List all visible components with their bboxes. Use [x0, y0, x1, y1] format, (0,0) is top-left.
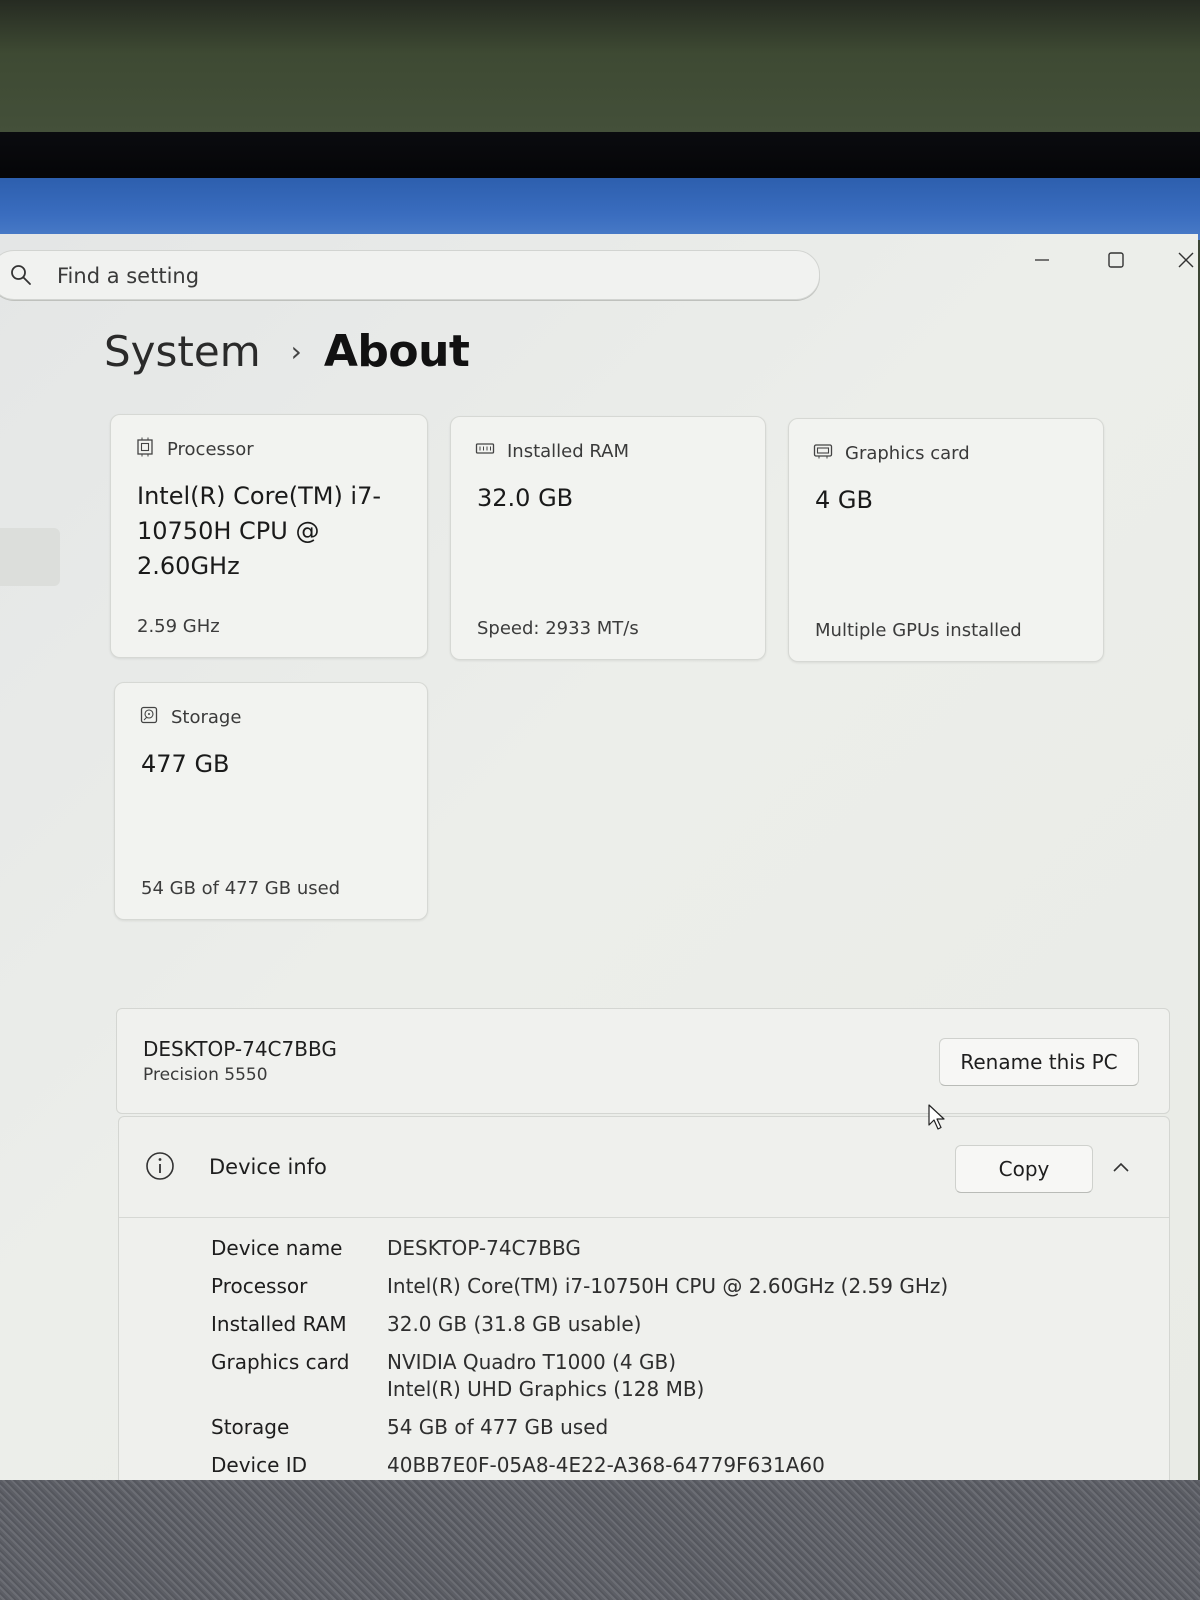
spec-row-graphics-card: Graphics card NVIDIA Quadro T1000 (4 GB)…	[211, 1349, 948, 1403]
maximize-button[interactable]	[1096, 244, 1136, 280]
chevron-up-icon[interactable]	[1111, 1159, 1131, 1178]
card-value: 32.0 GB	[477, 484, 574, 512]
ram-icon	[475, 439, 495, 463]
pc-model: Precision 5550	[143, 1065, 268, 1085]
spec-value[interactable]: 54 GB of 477 GB used	[387, 1414, 608, 1441]
graphics-card-card: Graphics card 4 GB Multiple GPUs install…	[788, 418, 1104, 662]
maximize-icon	[1107, 251, 1125, 273]
card-value: 4 GB	[815, 486, 873, 514]
card-title: Graphics card	[845, 442, 970, 464]
card-subtext: Multiple GPUs installed	[815, 620, 1022, 641]
search-box[interactable]	[0, 250, 820, 300]
spec-value[interactable]: DESKTOP-74C7BBG	[387, 1235, 581, 1262]
spec-value[interactable]: Intel(R) Core(TM) i7-10750H CPU @ 2.60GH…	[387, 1273, 948, 1300]
card-subtext: 2.59 GHz	[137, 616, 220, 637]
spec-value[interactable]: 40BB7E0F-05A8-4E22-A368-64779F631A60	[387, 1452, 825, 1479]
spec-value[interactable]: Intel(R) UHD Graphics (128 MB)	[387, 1376, 704, 1403]
processor-icon	[135, 437, 155, 461]
pc-name-panel: DESKTOP-74C7BBG Precision 5550 Rename th…	[116, 1008, 1170, 1114]
card-value: Intel(R) Core(TM) i7-10750H CPU @ 2.60GH…	[137, 482, 382, 580]
close-button[interactable]	[1166, 244, 1198, 280]
page-title: About	[323, 326, 470, 377]
spec-label: Storage	[211, 1415, 290, 1439]
spec-row-installed-ram: Installed RAM 32.0 GB (31.8 GB usable)	[211, 1311, 948, 1338]
copy-button[interactable]: Copy	[955, 1145, 1093, 1193]
minimize-button[interactable]	[1022, 244, 1062, 280]
processor-card: Processor Intel(R) Core(TM) i7-10750H CP…	[110, 414, 428, 658]
storage-card: Storage 477 GB 54 GB of 477 GB used	[114, 682, 428, 920]
card-subtext: Speed: 2933 MT/s	[477, 618, 639, 639]
card-value: 477 GB	[141, 750, 230, 778]
card-subtext: 54 GB of 477 GB used	[141, 878, 341, 899]
card-title: Storage	[171, 706, 242, 728]
search-input[interactable]	[55, 259, 759, 293]
settings-window: System › About Processor Intel(R) Core(T…	[0, 234, 1198, 1486]
info-icon	[145, 1151, 175, 1185]
card-title: Processor	[167, 438, 254, 460]
rename-pc-button[interactable]: Rename this PC	[939, 1038, 1139, 1086]
background-wall	[0, 0, 1200, 135]
device-info-panel: Device info Copy Device name DESKTOP-74C…	[118, 1116, 1170, 1486]
minimize-icon	[1033, 251, 1051, 273]
desktop-wallpaper	[0, 178, 1200, 240]
spec-row-device-name: Device name DESKTOP-74C7BBG	[211, 1235, 948, 1262]
spec-row-device-id: Device ID 40BB7E0F-05A8-4E22-A368-64779F…	[211, 1452, 948, 1479]
spec-label: Device ID	[211, 1453, 308, 1477]
breadcrumb: System › About	[104, 326, 470, 377]
spec-label: Device name	[211, 1236, 343, 1260]
breadcrumb-chevron-icon: ›	[290, 335, 302, 368]
spec-value[interactable]: NVIDIA Quadro T1000 (4 GB)	[387, 1349, 704, 1376]
ram-card: Installed RAM 32.0 GB Speed: 2933 MT/s	[450, 416, 766, 660]
spec-label: Graphics card	[211, 1350, 350, 1374]
storage-icon	[139, 705, 159, 729]
spec-label: Installed RAM	[211, 1312, 347, 1336]
close-icon	[1177, 251, 1195, 273]
spec-row-storage: Storage 54 GB of 477 GB used	[211, 1414, 948, 1441]
card-title: Installed RAM	[507, 440, 630, 462]
device-info-title: Device info	[209, 1155, 327, 1179]
pc-name: DESKTOP-74C7BBG	[143, 1037, 337, 1061]
spec-label: Processor	[211, 1274, 308, 1298]
breadcrumb-parent[interactable]: System	[104, 327, 261, 376]
spec-value[interactable]: 32.0 GB (31.8 GB usable)	[387, 1311, 641, 1338]
monitor-bezel	[0, 132, 1200, 182]
device-spec-list: Device name DESKTOP-74C7BBG Processor In…	[211, 1235, 948, 1486]
search-icon	[9, 263, 33, 287]
spec-row-processor: Processor Intel(R) Core(TM) i7-10750H CP…	[211, 1273, 948, 1300]
graphics-card-icon	[813, 441, 833, 465]
spec-value-group: NVIDIA Quadro T1000 (4 GB) Intel(R) UHD …	[387, 1349, 704, 1403]
mouse-cursor-icon	[928, 1104, 946, 1134]
floor-carpet	[0, 1480, 1200, 1600]
device-info-header[interactable]: Device info Copy	[119, 1117, 1169, 1218]
nav-pane-edge[interactable]	[0, 528, 60, 586]
